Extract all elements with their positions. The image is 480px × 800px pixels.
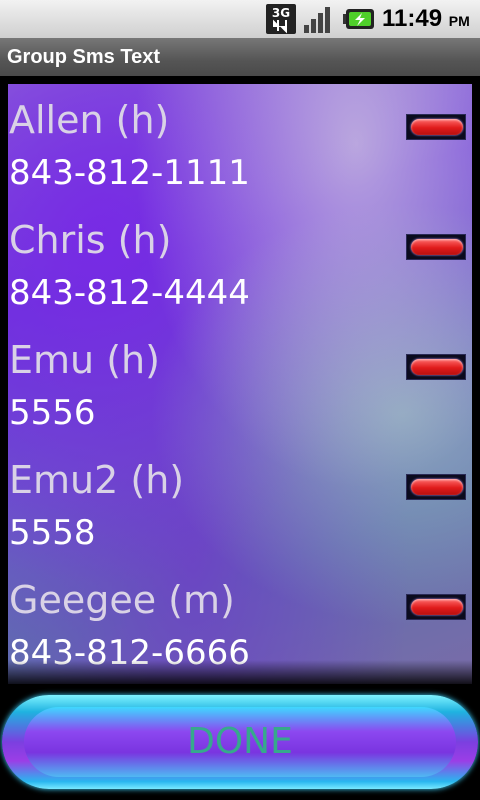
remove-icon: [411, 359, 463, 375]
contact-name: Emu (h): [9, 338, 160, 382]
remove-contact-button[interactable]: [406, 354, 466, 380]
remove-icon: [411, 479, 463, 495]
remove-contact-button[interactable]: [406, 474, 466, 500]
status-clock: 11:49 PM: [382, 4, 470, 34]
contact-number: 843-812-1111: [9, 153, 250, 193]
contact-row-geegee[interactable]: Geegee (m) 843-812-6666: [8, 564, 472, 684]
contact-number: 843-812-4444: [9, 273, 250, 313]
remove-contact-button[interactable]: [406, 594, 466, 620]
network-label: 3G: [272, 6, 290, 20]
contact-name: Geegee (m): [9, 578, 235, 622]
app-title: Group Sms Text: [7, 46, 160, 68]
3g-data-icon: 3G: [266, 4, 296, 34]
contact-list[interactable]: Allen (h) 843-812-1111 Chris (h) 843-812…: [8, 84, 472, 684]
status-time: 11:49: [382, 5, 443, 32]
done-button[interactable]: DONE: [2, 695, 478, 789]
contact-name: Chris (h): [9, 218, 172, 262]
remove-contact-button[interactable]: [406, 234, 466, 260]
contact-row-emu[interactable]: Emu (h) 5556: [8, 324, 472, 444]
remove-icon: [411, 599, 463, 615]
signal-strength-icon: [304, 7, 330, 33]
title-bar: Group Sms Text: [0, 38, 480, 76]
contact-name: Emu2 (h): [9, 458, 185, 502]
remove-icon: [411, 119, 463, 135]
status-ampm: PM: [448, 13, 470, 29]
contact-number: 5556: [9, 393, 96, 433]
remove-contact-button[interactable]: [406, 114, 466, 140]
remove-icon: [411, 239, 463, 255]
contact-row-chris[interactable]: Chris (h) 843-812-4444: [8, 204, 472, 324]
contact-row-emu2[interactable]: Emu2 (h) 5558: [8, 444, 472, 564]
battery-charging-icon: [343, 9, 374, 29]
contact-name: Allen (h): [9, 98, 170, 142]
contact-number: 843-812-6666: [9, 633, 250, 673]
contact-number: 5558: [9, 513, 96, 553]
done-button-label: DONE: [187, 721, 293, 762]
contact-row-allen[interactable]: Allen (h) 843-812-1111: [8, 84, 472, 204]
status-bar: 3G 11:49 PM: [0, 0, 480, 38]
